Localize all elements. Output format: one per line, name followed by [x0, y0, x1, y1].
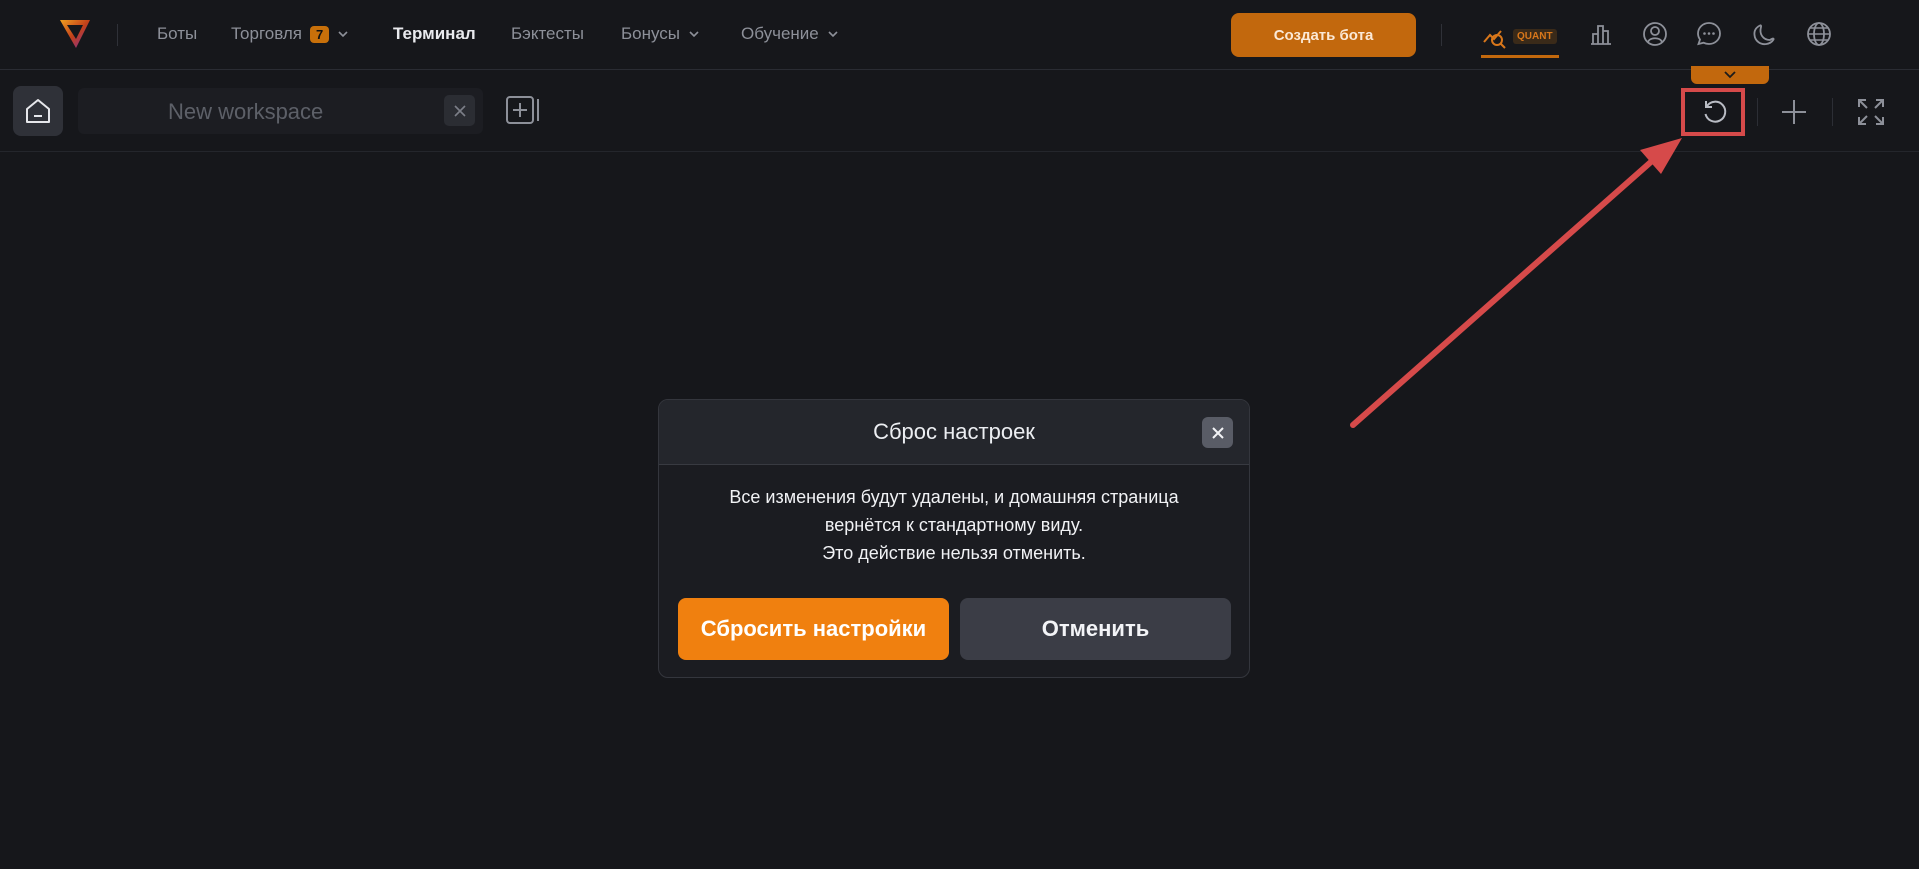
chevron-down-icon: [689, 31, 699, 38]
add-workspace-icon[interactable]: [505, 94, 541, 128]
workspace-name: New workspace: [168, 99, 324, 124]
nav-education[interactable]: Обучение: [741, 22, 839, 46]
nav-terminal-label: Терминал: [393, 24, 476, 43]
workspace-toolbar: New workspace: [0, 70, 1919, 152]
chat-icon[interactable]: [1695, 20, 1723, 48]
nav-trading[interactable]: Торговля 7: [231, 22, 349, 46]
close-icon: [453, 104, 466, 117]
home-button[interactable]: [13, 86, 63, 136]
nav-trading-label: Торговля: [231, 24, 303, 43]
dialog-message-line: Это действие нельзя отменить.: [822, 543, 1086, 563]
globe-icon[interactable]: [1805, 20, 1833, 48]
user-icon[interactable]: [1641, 20, 1669, 48]
workspace-tab[interactable]: New workspace: [78, 88, 483, 134]
quant-tab[interactable]: QUANT: [1481, 18, 1559, 58]
dialog-title: Сброс настроек: [873, 419, 1035, 444]
toolbar-divider: [1832, 98, 1833, 126]
nav-bonuses-label: Бонусы: [621, 24, 681, 43]
nav-bots[interactable]: Боты: [157, 22, 197, 46]
nav-bots-label: Боты: [157, 24, 198, 43]
dialog-message-line: Все изменения будут удалены, и домашняя …: [729, 487, 1179, 507]
bar-chart-icon[interactable]: [1587, 20, 1615, 48]
nav-education-label: Обучение: [741, 24, 819, 43]
dialog-header: Сброс настроек: [659, 400, 1249, 465]
dialog-close-button[interactable]: [1202, 417, 1233, 448]
workspace-close-button[interactable]: [444, 95, 475, 126]
highlight-box: [1681, 88, 1745, 136]
dialog-actions: Сбросить настройки Отменить: [678, 598, 1231, 660]
create-bot-button[interactable]: Создать бота: [1231, 13, 1416, 57]
chevron-down-icon: [1724, 71, 1736, 79]
reset-settings-dialog: Сброс настроек Все изменения будут удале…: [658, 399, 1250, 678]
nav-divider: [1441, 24, 1442, 46]
quant-label: QUANT: [1513, 29, 1557, 44]
home-icon: [26, 99, 50, 123]
dialog-message-line: вернётся к стандартному виду.: [824, 515, 1084, 535]
cancel-button[interactable]: Отменить: [960, 598, 1231, 660]
dialog-message: Все изменения будут удалены, и домашняя …: [659, 465, 1249, 567]
moon-icon[interactable]: [1751, 20, 1779, 48]
close-icon: [1211, 426, 1224, 439]
plus-icon[interactable]: [1778, 96, 1810, 128]
nav-backtests[interactable]: Бэктесты: [511, 22, 584, 46]
logo-icon[interactable]: [56, 14, 96, 54]
nav-terminal[interactable]: Терминал: [393, 22, 476, 46]
nav-bonuses[interactable]: Бонусы: [621, 22, 700, 46]
nav-divider: [117, 24, 118, 46]
trading-count-badge: 7: [310, 25, 330, 43]
chart-search-icon: [1483, 29, 1506, 49]
fullscreen-icon[interactable]: [1855, 96, 1887, 128]
chevron-down-icon: [828, 31, 838, 38]
toolbar-divider: [1757, 98, 1758, 126]
top-navbar: Боты Торговля 7 Терминал Бэктесты Бонусы…: [0, 0, 1919, 70]
confirm-reset-button[interactable]: Сбросить настройки: [678, 598, 949, 660]
chevron-down-icon: [338, 31, 348, 38]
collapse-toggle[interactable]: [1691, 66, 1769, 84]
nav-backtests-label: Бэктесты: [511, 24, 585, 43]
